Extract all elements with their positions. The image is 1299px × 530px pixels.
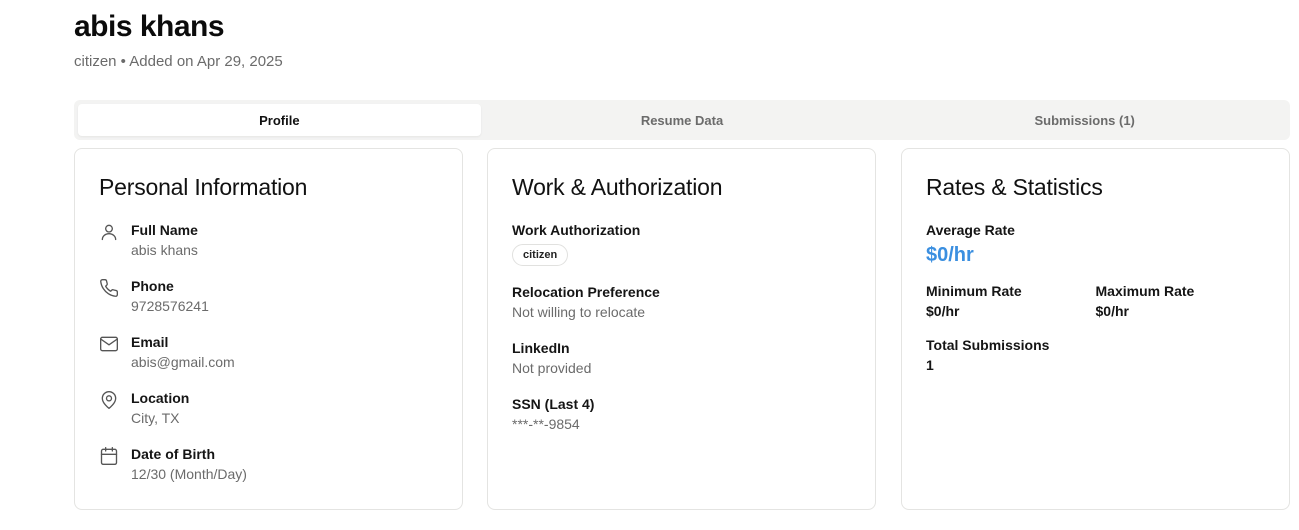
phone-icon <box>99 278 119 298</box>
map-pin-icon <box>99 390 119 410</box>
field-label: LinkedIn <box>512 340 570 356</box>
rate-range-grid: Minimum Rate $0/hr Maximum Rate $0/hr <box>926 282 1265 321</box>
card-title: Rates & Statistics <box>926 174 1103 200</box>
maximum-rate-field: Maximum Rate $0/hr <box>1096 282 1266 321</box>
user-icon <box>99 222 119 242</box>
average-rate-value: $0/hr <box>926 244 974 266</box>
phone-row: Phone 9728576241 <box>99 277 438 316</box>
email-row: Email abis@gmail.com <box>99 333 438 372</box>
field-label: Total Submissions <box>926 337 1050 353</box>
field-label: Relocation Preference <box>512 284 660 300</box>
field-value: abis@gmail.com <box>131 354 235 370</box>
total-submissions-value: 1 <box>926 357 934 373</box>
tab-submissions[interactable]: Submissions (1) <box>883 104 1286 136</box>
relocation-field: Relocation Preference Not willing to rel… <box>512 283 851 322</box>
field-label: Location <box>131 390 190 406</box>
field-value: 12/30 (Month/Day) <box>131 466 247 482</box>
field-label: Full Name <box>131 222 198 238</box>
ssn-field: SSN (Last 4) ***-**-9854 <box>512 395 851 434</box>
total-submissions-field: Total Submissions 1 <box>926 336 1265 375</box>
field-label: Date of Birth <box>131 446 215 462</box>
calendar-icon <box>99 446 119 466</box>
field-label: Minimum Rate <box>926 283 1022 299</box>
field-value: Not provided <box>512 360 592 376</box>
linkedin-field: LinkedIn Not provided <box>512 339 851 378</box>
field-value: 9728576241 <box>131 298 209 314</box>
field-label: Email <box>131 334 169 350</box>
maximum-rate-value: $0/hr <box>1095 303 1129 319</box>
page-header: abis khans citizen • Added on Apr 29, 20… <box>74 10 283 71</box>
field-label: Work Authorization <box>512 222 641 238</box>
tab-bar: Profile Resume Data Submissions (1) <box>74 100 1290 140</box>
minimum-rate-value: $0/hr <box>926 303 960 319</box>
field-label: Maximum Rate <box>1095 283 1195 299</box>
field-label: Average Rate <box>926 222 1015 238</box>
average-rate-field: Average Rate $0/hr <box>926 221 1265 267</box>
rates-statistics-card: Rates & Statistics Average Rate $0/hr Mi… <box>901 148 1290 510</box>
work-authorization-card: Work & Authorization Work Authorization … <box>487 148 876 510</box>
field-value: Not willing to relocate <box>512 304 646 320</box>
field-label: Phone <box>131 278 174 294</box>
work-authorization-field: Work Authorization citizen <box>512 221 851 266</box>
work-authorization-badge: citizen <box>512 244 569 266</box>
date-of-birth-row: Date of Birth 12/30 (Month/Day) <box>99 445 438 484</box>
page-title: abis khans <box>74 10 225 43</box>
card-title: Work & Authorization <box>512 174 723 200</box>
tab-resume-data[interactable]: Resume Data <box>481 104 884 136</box>
field-value: abis khans <box>131 242 198 258</box>
card-title: Personal Information <box>99 174 308 200</box>
minimum-rate-field: Minimum Rate $0/hr <box>926 282 1096 321</box>
tab-profile[interactable]: Profile <box>78 104 481 136</box>
full-name-row: Full Name abis khans <box>99 221 438 260</box>
field-value: ***-**-9854 <box>512 416 580 432</box>
mail-icon <box>99 334 119 354</box>
personal-information-card: Personal Information Full Name abis khan… <box>74 148 463 510</box>
field-label: SSN (Last 4) <box>512 396 595 412</box>
field-value: City, TX <box>131 410 180 426</box>
page-subtitle: citizen • Added on Apr 29, 2025 <box>74 53 283 70</box>
location-row: Location City, TX <box>99 389 438 428</box>
